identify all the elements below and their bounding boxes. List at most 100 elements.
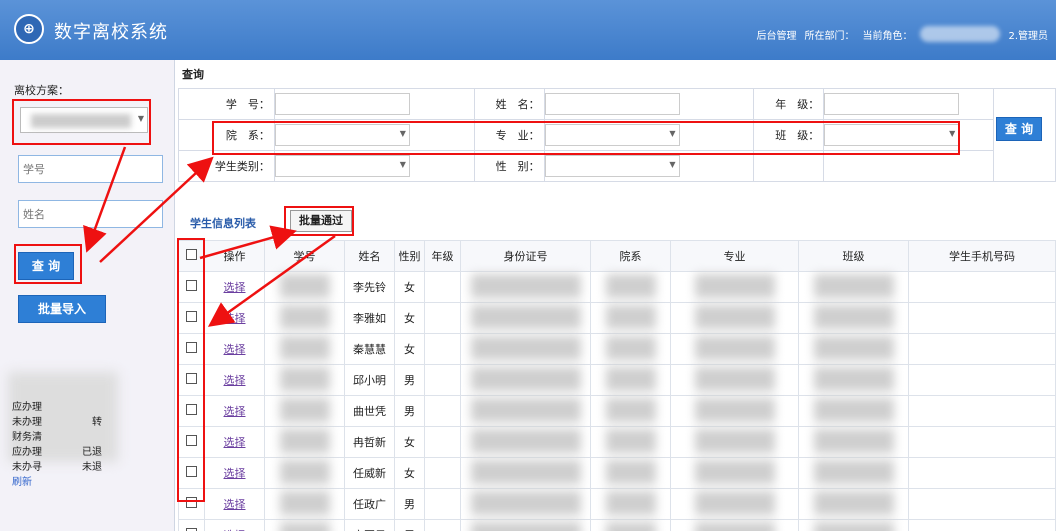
redacted-value [470,428,581,453]
gender-cell: 女 [394,457,425,489]
student-no-cell [264,364,345,396]
gender-select[interactable]: ▼ [544,155,680,177]
row-checkbox[interactable] [186,435,197,446]
main-panel: 查询 学 号： 姓 名： 年 级： 院 系： ▼ 专 业： ▼ 班 级： ▼ 学… [178,60,1056,531]
row-select-cell [178,364,205,396]
name-cell: 邱小明 [344,364,395,396]
row-select-cell [178,457,205,489]
dept-select[interactable]: ▼ [274,124,410,146]
name-input[interactable] [18,200,163,228]
row-checkbox[interactable] [186,497,197,508]
grade-cell [424,457,461,489]
grade-cell [424,519,461,531]
class-cell [798,364,909,396]
col-header: 专业 [670,240,799,272]
sidebar: 离校方案： ▼ 查 询 批量导入 应办理 未办理转 财务清 应办理已退 未办寻未… [0,60,175,531]
redacted-value [605,304,656,329]
admin-link[interactable]: 后台管理 [756,27,796,42]
student-no-cell [264,488,345,520]
select-link[interactable]: 选择 [224,405,246,418]
select-link[interactable]: 选择 [224,498,246,511]
gender-cell: 女 [394,271,425,303]
select-all-checkbox[interactable] [186,249,197,260]
dept-label: 院 系： [178,119,275,151]
user-name: 2.管理员 [1008,30,1048,42]
student-no-cell [264,519,345,531]
redacted-value [694,459,775,484]
gender-cell: 男 [394,488,425,520]
student-no-input[interactable] [18,155,163,183]
plan-select[interactable]: ▼ [20,107,148,133]
name-cell: 任政广 [344,488,395,520]
id-card-cell [460,333,591,365]
redacted-value [470,459,581,484]
query-button[interactable]: 查 询 [996,117,1042,141]
redacted-value [605,366,656,391]
select-link[interactable]: 选择 [224,312,246,325]
redacted-value [694,273,775,298]
name-cell: 任威新 [344,457,395,489]
select-link[interactable]: 选择 [224,374,246,387]
batch-pass-button[interactable]: 批量通过 [290,210,352,232]
refresh-link[interactable]: 刷新 [12,475,162,490]
major-select[interactable]: ▼ [544,124,680,146]
major-cell [670,457,799,489]
student-no-label: 学 号： [178,88,275,120]
query-name-input[interactable] [544,93,680,115]
select-link[interactable]: 选择 [224,281,246,294]
student-type-select[interactable]: ▼ [274,155,410,177]
sidebar-query-button[interactable]: 查 询 [18,252,74,280]
col-header: 操作 [204,240,265,272]
row-select-cell [178,426,205,458]
row-checkbox[interactable] [186,373,197,384]
row-checkbox[interactable] [186,311,197,322]
dept-cell [590,426,671,458]
class-cell [798,302,909,334]
stat-row: 未办理转 [12,417,102,428]
class-cell [798,457,909,489]
select-link[interactable]: 选择 [224,467,246,480]
action-cell: 选择 [204,333,265,365]
redacted-value [813,397,894,422]
grade-cell [424,271,461,303]
query-grade-input[interactable] [824,93,960,115]
id-card-cell [460,426,591,458]
major-cell [670,395,799,427]
class-cell [798,395,909,427]
student-no-cell [264,302,345,334]
id-card-cell [460,302,591,334]
row-checkbox[interactable] [186,466,197,477]
major-cell [670,488,799,520]
row-checkbox[interactable] [186,342,197,353]
redacted-value [279,273,330,298]
redacted-value [694,521,775,531]
select-link[interactable]: 选择 [224,343,246,356]
grade-label: 年 级： [753,88,825,120]
action-cell: 选择 [204,395,265,427]
col-header: 姓名 [344,240,395,272]
plan-label: 离校方案： [14,84,69,97]
student-type-label: 学生类别： [178,150,275,182]
action-cell: 选择 [204,519,265,531]
dept-cell [590,395,671,427]
stat-row: 未办寻 未退 [12,462,102,473]
row-checkbox[interactable] [186,404,197,415]
redacted-value [605,459,656,484]
class-cell [798,488,909,520]
row-checkbox[interactable] [186,280,197,291]
select-link[interactable]: 选择 [224,436,246,449]
col-header: 学号 [264,240,345,272]
row-select-cell [178,519,205,531]
grade-cell [424,395,461,427]
batch-import-button[interactable]: 批量导入 [18,295,106,323]
list-title: 学生信息列表 [190,217,256,230]
id-card-cell [460,488,591,520]
redacted-value [470,521,581,531]
gender-cell: 男 [394,395,425,427]
gender-cell: 女 [394,426,425,458]
redacted-value [694,366,775,391]
table-row: 选择 秦慧慧女 [178,333,1056,365]
class-select[interactable]: ▼ [824,124,960,146]
query-student-no-input[interactable] [274,93,410,115]
student-no-cell [264,457,345,489]
